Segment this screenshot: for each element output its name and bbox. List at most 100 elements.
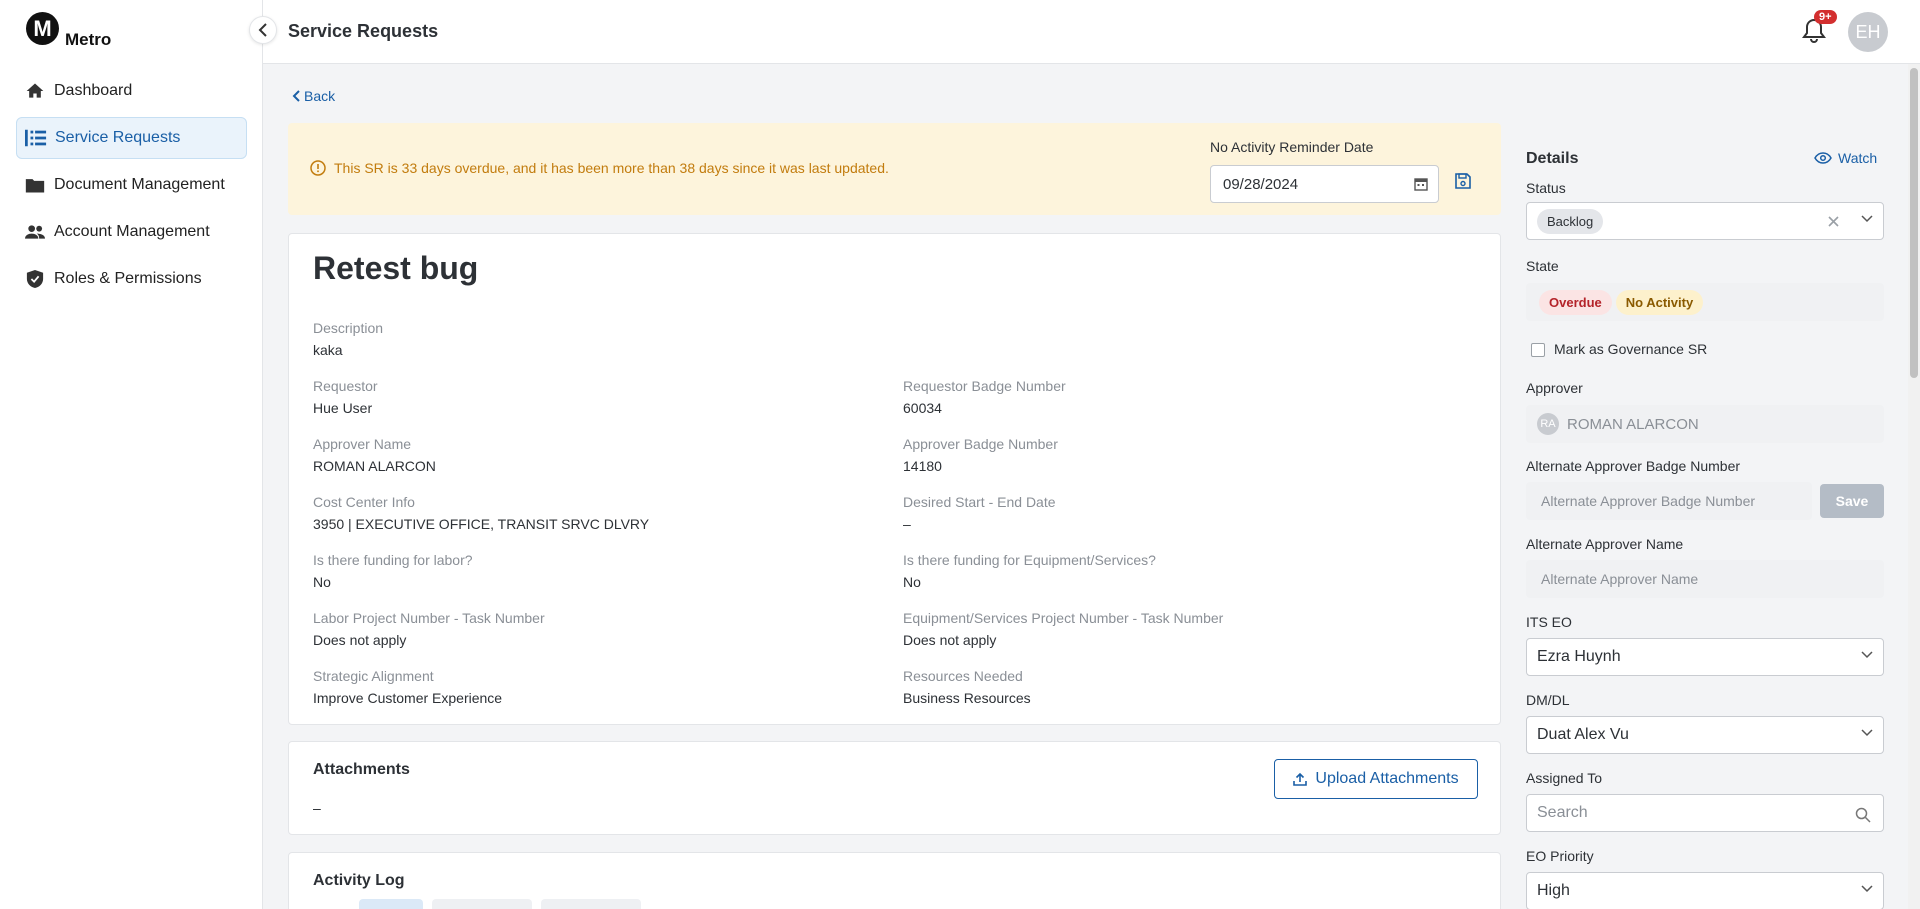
assigned-label: Assigned To [1526, 770, 1603, 786]
calendar-icon[interactable] [1414, 177, 1428, 191]
field-requestor: Requestor Hue User [313, 378, 378, 416]
status-select[interactable]: Backlog [1526, 202, 1884, 240]
sidebar-item-label: Roles & Permissions [54, 270, 202, 287]
field-resources-needed: Resources Needed Business Resources [903, 668, 1031, 706]
field-value: 14180 [903, 458, 942, 474]
search-icon [1855, 807, 1871, 823]
info-icon [310, 160, 326, 176]
governance-checkbox[interactable] [1531, 343, 1545, 357]
watch-button[interactable]: Watch [1814, 150, 1877, 166]
logo-mark: M [26, 12, 59, 45]
field-value: Hue User [313, 400, 373, 416]
activity-tab[interactable] [359, 899, 423, 909]
field-description: Description kaka [313, 320, 383, 358]
field-value: kaka [313, 342, 343, 358]
field-labor-project: Labor Project Number - Task Number Does … [313, 610, 545, 648]
priority-select[interactable]: High [1526, 872, 1884, 909]
its-eo-value: Ezra Huynh [1537, 648, 1621, 665]
alt-name-placeholder: Alternate Approver Name [1541, 571, 1699, 587]
chevron-left-icon [292, 90, 300, 102]
upload-label: Upload Attachments [1315, 770, 1459, 787]
metro-logo[interactable]: M Metro [26, 12, 111, 49]
sidebar: M Metro Dashboard Service Requests Docum… [0, 0, 263, 909]
alt-name-input[interactable]: Alternate Approver Name [1526, 560, 1884, 598]
dmdl-select[interactable]: Duat Alex Vu [1526, 716, 1884, 754]
sr-detail-card: Retest bug Description kaka Requestor Hu… [288, 233, 1501, 725]
upload-attachments-button[interactable]: Upload Attachments [1274, 759, 1478, 799]
logo-text: Metro [65, 30, 112, 49]
chevron-down-icon [1861, 885, 1873, 893]
alt-badge-save-button[interactable]: Save [1820, 484, 1884, 518]
sidebar-nav: Dashboard Service Requests Document Mana… [16, 70, 247, 305]
field-label: Requestor [313, 378, 378, 394]
top-bar: Service Requests 9+ EH [263, 0, 1920, 64]
field-value: No [313, 574, 331, 590]
sidebar-item-service-requests[interactable]: Service Requests [16, 117, 247, 159]
alt-name-label: Alternate Approver Name [1526, 536, 1684, 552]
sidebar-item-roles-permissions[interactable]: Roles & Permissions [16, 258, 247, 300]
details-title: Details [1526, 150, 1579, 167]
field-label: Strategic Alignment [313, 668, 434, 684]
state-chip-overdue: Overdue [1539, 289, 1612, 315]
scrollbar-thumb[interactable] [1910, 68, 1918, 378]
field-label: Is there funding for Equipment/Services? [903, 552, 1156, 568]
alt-badge-placeholder: Alternate Approver Badge Number [1541, 493, 1756, 509]
field-equipment-project: Equipment/Services Project Number - Task… [903, 610, 1223, 648]
field-desired-dates: Desired Start - End Date – [903, 494, 1056, 532]
alt-badge-input[interactable]: Alternate Approver Badge Number [1526, 482, 1812, 520]
back-label: Back [304, 88, 336, 104]
sidebar-item-label: Account Management [54, 223, 210, 240]
chevron-left-icon [258, 23, 267, 37]
attachments-card: Attachments – Upload Attachments [288, 741, 1501, 835]
eye-icon [1814, 152, 1832, 164]
field-funding-equipment: Is there funding for Equipment/Services?… [903, 552, 1156, 590]
field-requestor-badge: Requestor Badge Number 60034 [903, 378, 1066, 416]
collapse-sidebar-button[interactable] [249, 16, 277, 44]
home-icon [24, 80, 46, 102]
dmdl-value: Duat Alex Vu [1537, 726, 1629, 743]
state-chips: Overdue No Activity [1526, 283, 1884, 321]
sidebar-item-label: Dashboard [54, 82, 133, 99]
field-value: 3950 | EXECUTIVE OFFICE, TRANSIT SRVC DL… [313, 516, 650, 532]
field-label: Description [313, 320, 384, 336]
approver-field: RA ROMAN ALARCON [1526, 405, 1884, 443]
field-label: Approver Name [313, 436, 412, 452]
field-label: Labor Project Number - Task Number [313, 610, 545, 626]
field-value: – [903, 516, 911, 532]
chevron-down-icon[interactable] [1861, 215, 1873, 223]
overdue-text: This SR is 33 days overdue, and it has b… [334, 160, 889, 176]
field-value: Business Resources [903, 690, 1031, 706]
field-value: No [903, 574, 921, 590]
overdue-message: This SR is 33 days overdue, and it has b… [310, 160, 889, 176]
its-eo-select[interactable]: Ezra Huynh [1526, 638, 1884, 676]
activity-tab[interactable] [432, 899, 532, 909]
field-cost-center: Cost Center Info 3950 | EXECUTIVE OFFICE… [313, 494, 649, 532]
list-icon [25, 127, 47, 149]
field-value: Does not apply [313, 632, 407, 648]
approver-avatar: RA [1537, 413, 1559, 435]
priority-value: High [1537, 882, 1570, 899]
sidebar-item-dashboard[interactable]: Dashboard [16, 70, 247, 112]
activity-tab[interactable] [541, 899, 641, 909]
field-label: Desired Start - End Date [903, 494, 1056, 510]
assigned-search-input[interactable]: Search [1526, 794, 1884, 832]
overdue-banner: This SR is 33 days overdue, and it has b… [288, 123, 1501, 215]
sidebar-item-account-management[interactable]: Account Management [16, 211, 247, 253]
clear-icon[interactable] [1828, 216, 1839, 227]
approver-value: ROMAN ALARCON [1567, 415, 1699, 433]
field-value: Does not apply [903, 632, 997, 648]
page-scrollbar[interactable] [1908, 64, 1920, 909]
field-value: ROMAN ALARCON [313, 458, 436, 474]
back-link[interactable]: Back [292, 88, 335, 104]
sidebar-item-document-management[interactable]: Document Management [16, 164, 247, 206]
field-value: Improve Customer Experience [313, 690, 503, 706]
assigned-placeholder: Search [1537, 804, 1588, 821]
save-icon[interactable] [1454, 172, 1472, 190]
reminder-date-value: 09/28/2024 [1223, 175, 1299, 193]
user-avatar[interactable]: EH [1848, 12, 1888, 52]
its-eo-label: ITS EO [1526, 614, 1572, 630]
sidebar-item-label: Document Management [54, 176, 225, 193]
reminder-date-input[interactable]: 09/28/2024 [1210, 165, 1439, 203]
shield-icon [24, 268, 46, 290]
dmdl-label: DM/DL [1526, 692, 1570, 708]
